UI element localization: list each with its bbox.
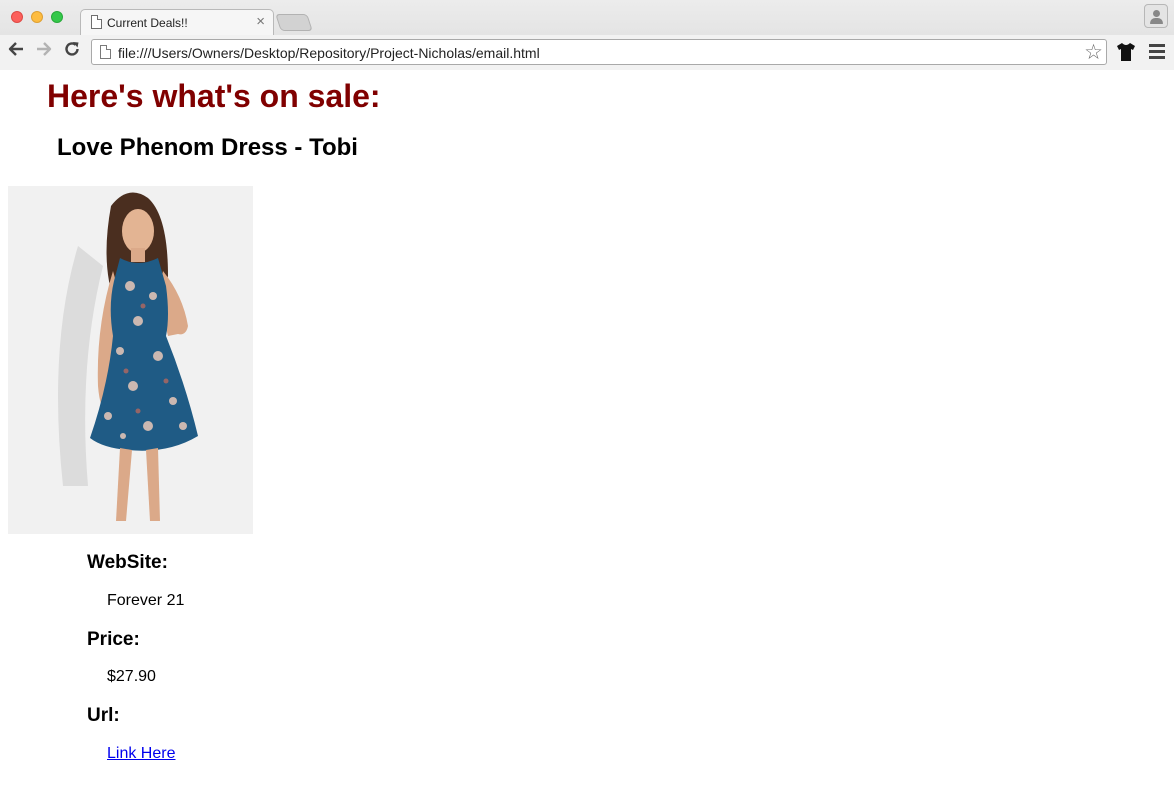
- document-icon: [91, 15, 102, 29]
- product-link[interactable]: Link Here: [107, 745, 175, 763]
- price-value: $27.90: [107, 668, 156, 685]
- minimize-window-button[interactable]: [31, 11, 43, 23]
- website-label: WebSite:: [87, 552, 168, 573]
- hamburger-menu-icon[interactable]: [1149, 44, 1165, 60]
- page-content: Here's what's on sale: Love Phenom Dress…: [0, 70, 1174, 787]
- address-bar[interactable]: file:///Users/Owners/Desktop/Repository/…: [91, 39, 1107, 65]
- arrow-right-icon: [37, 42, 52, 56]
- zoom-window-button[interactable]: [51, 11, 63, 23]
- close-window-button[interactable]: [11, 11, 23, 23]
- website-value: Forever 21: [107, 592, 185, 609]
- url-label: Url:: [87, 705, 120, 726]
- new-tab-button[interactable]: [275, 14, 313, 31]
- person-icon: [1153, 10, 1160, 17]
- back-button[interactable]: [5, 40, 27, 62]
- product-image: [8, 186, 253, 534]
- profile-button[interactable]: [1144, 4, 1168, 28]
- tshirt-icon[interactable]: [1114, 40, 1138, 64]
- browser-toolbar: file:///Users/Owners/Desktop/Repository/…: [0, 35, 1174, 70]
- close-tab-icon[interactable]: ×: [256, 13, 265, 31]
- reload-button[interactable]: [61, 40, 83, 62]
- tab-title: Current Deals!!: [107, 16, 188, 30]
- page-title: Here's what's on sale:: [47, 78, 381, 114]
- tab-current-deals[interactable]: Current Deals!! ×: [80, 9, 274, 36]
- arrow-left-icon: [8, 42, 23, 56]
- document-icon: [100, 45, 111, 59]
- price-label: Price:: [87, 629, 140, 650]
- forward-button[interactable]: [33, 40, 55, 62]
- address-bar-url: file:///Users/Owners/Desktop/Repository/…: [118, 45, 540, 61]
- tab-strip: Current Deals!! ×: [0, 0, 1174, 36]
- dress-photo: [8, 186, 253, 534]
- browser-chrome: Current Deals!! × file:///Users/Owners/D…: [0, 0, 1174, 70]
- product-name: Love Phenom Dress - Tobi: [57, 134, 358, 161]
- reload-icon: [65, 42, 79, 56]
- bookmark-star-icon[interactable]: ☆: [1084, 40, 1103, 64]
